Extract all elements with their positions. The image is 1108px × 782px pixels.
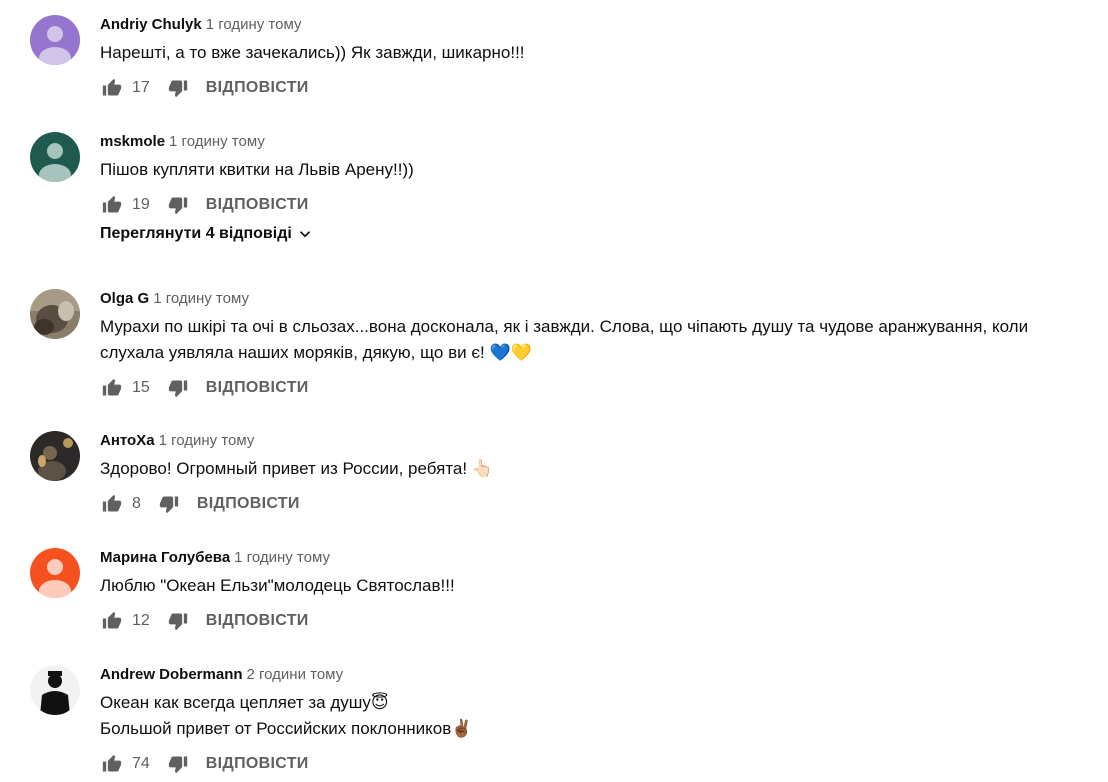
- comment-line: Мурахи по шкірі та очі в сльозах...вона …: [100, 317, 1029, 336]
- default-avatar-icon: [30, 548, 80, 598]
- photo-avatar-icon: [30, 289, 80, 339]
- comment-actions: 17 ВІДПОВІСТИ: [100, 70, 1088, 106]
- default-avatar-icon: [30, 15, 80, 65]
- author-name[interactable]: АнтоХа: [100, 432, 155, 449]
- chevron-down-icon: [299, 231, 310, 238]
- comment-actions: 74 ВІДПОВІСТИ: [100, 746, 1088, 782]
- comment-time[interactable]: 1 годину тому: [206, 16, 302, 33]
- like-icon[interactable]: [100, 752, 124, 776]
- photo-avatar-icon: [30, 431, 80, 481]
- avatar[interactable]: [30, 548, 80, 598]
- like-count: 12: [132, 612, 150, 629]
- reply-button[interactable]: ВІДПОВІСТИ: [206, 379, 309, 397]
- like-icon[interactable]: [100, 76, 124, 100]
- comment-time[interactable]: 1 годину тому: [234, 549, 330, 566]
- comment-header: Olga G1 годину тому: [100, 289, 1088, 309]
- avatar[interactable]: [30, 431, 80, 481]
- comment-line: Океан как всегда цепляет за душу😇: [100, 693, 389, 712]
- comment-time[interactable]: 1 годину тому: [159, 432, 255, 449]
- author-name[interactable]: Andrew Dobermann: [100, 666, 243, 683]
- comment-body: АнтоХа 1 годину тому Здорово! Огромный пр…: [100, 431, 1088, 522]
- reply-button[interactable]: ВІДПОВІСТИ: [206, 196, 309, 214]
- comment-body: Марина Голубева 1 годину тому Люблю "Океа…: [100, 548, 1088, 639]
- comment-text: Пішов купляти квитки на Львів Арену!!)): [100, 157, 1088, 183]
- comment-body: Andrew Dobermann 2 години тому Океан как …: [100, 665, 1088, 782]
- reply-button[interactable]: ВІДПОВІСТИ: [197, 495, 300, 513]
- view-replies-label: Переглянути 4 відповіді: [100, 225, 292, 242]
- comment-text: Люблю "Океан Ельзи"молодець Святослав!!!: [100, 573, 1088, 599]
- reply-button[interactable]: ВІДПОВІСТИ: [206, 79, 309, 97]
- like-icon[interactable]: [100, 492, 124, 516]
- author-name[interactable]: Olga G: [100, 290, 149, 307]
- comment-header: АнтоХа 1 годину тому: [100, 431, 1088, 451]
- author-name[interactable]: Марина Голубева: [100, 549, 230, 566]
- like-icon[interactable]: [100, 193, 124, 217]
- comment-header: Andriy Chulyk 1 годину тому: [100, 15, 1088, 35]
- avatar[interactable]: [30, 665, 80, 715]
- comment-text: Океан как всегда цепляет за душу😇 Большо…: [100, 690, 1088, 742]
- comment-text: Здорово! Огромный привет из России, ребя…: [100, 456, 1088, 482]
- comment-header: Andrew Dobermann 2 години тому: [100, 665, 1088, 685]
- comment-body: Olga G1 годину тому Мурахи по шкірі та о…: [100, 289, 1088, 406]
- comment-actions: 12 ВІДПОВІСТИ: [100, 603, 1088, 639]
- like-icon[interactable]: [100, 376, 124, 400]
- avatar[interactable]: [30, 132, 80, 182]
- comment-header: mskmole 1 годину тому: [100, 132, 1088, 152]
- reply-button[interactable]: ВІДПОВІСТИ: [206, 612, 309, 630]
- reply-button[interactable]: ВІДПОВІСТИ: [206, 755, 309, 773]
- comment-line: Здорово! Огромный привет из России, ребя…: [100, 459, 493, 478]
- comment-body: mskmole 1 годину тому Пішов купляти квитк…: [100, 132, 1088, 243]
- avatar[interactable]: [30, 289, 80, 339]
- dislike-icon[interactable]: [157, 492, 181, 516]
- comment-actions: 15 ВІДПОВІСТИ: [100, 370, 1088, 406]
- dislike-icon[interactable]: [166, 752, 190, 776]
- comment-body: Andriy Chulyk 1 годину тому Нарешті, а то…: [100, 15, 1088, 106]
- comment-line: Пішов купляти квитки на Львів Арену!!)): [100, 160, 414, 179]
- author-name[interactable]: Andriy Chulyk: [100, 16, 202, 33]
- default-avatar-icon: [30, 132, 80, 182]
- like-count: 15: [132, 379, 150, 396]
- comment-line: слухала уявляла наших моряків, дякую, що…: [100, 343, 532, 362]
- like-count: 8: [132, 495, 141, 512]
- dislike-icon[interactable]: [166, 193, 190, 217]
- comment-time[interactable]: 1 годину тому: [153, 290, 249, 307]
- dislike-icon[interactable]: [166, 376, 190, 400]
- avatar[interactable]: [30, 15, 80, 65]
- comment-text: Нарешті, а то вже зачекались)) Як завжди…: [100, 40, 1088, 66]
- like-icon[interactable]: [100, 609, 124, 633]
- comment-actions: 19 ВІДПОВІСТИ: [100, 187, 1088, 223]
- comment-time[interactable]: 1 годину тому: [169, 133, 265, 150]
- comment-line: Люблю "Океан Ельзи"молодець Святослав!!!: [100, 576, 455, 595]
- like-count: 74: [132, 755, 150, 772]
- comment-line: Нарешті, а то вже зачекались)) Як завжди…: [100, 43, 525, 62]
- silhouette-avatar-icon: [30, 665, 80, 715]
- author-name[interactable]: mskmole: [100, 133, 165, 150]
- view-replies-button[interactable]: Переглянути 4 відповіді: [100, 225, 1088, 243]
- comment-time[interactable]: 2 години тому: [247, 666, 344, 683]
- dislike-icon[interactable]: [166, 609, 190, 633]
- comment-line: Большой привет от Российских поклонников…: [100, 719, 473, 738]
- comment-text: Мурахи по шкірі та очі в сльозах...вона …: [100, 314, 1088, 366]
- like-count: 19: [132, 196, 150, 213]
- comment-header: Марина Голубева 1 годину тому: [100, 548, 1088, 568]
- like-count: 17: [132, 79, 150, 96]
- comment-actions: 8 ВІДПОВІСТИ: [100, 486, 1088, 522]
- dislike-icon[interactable]: [166, 76, 190, 100]
